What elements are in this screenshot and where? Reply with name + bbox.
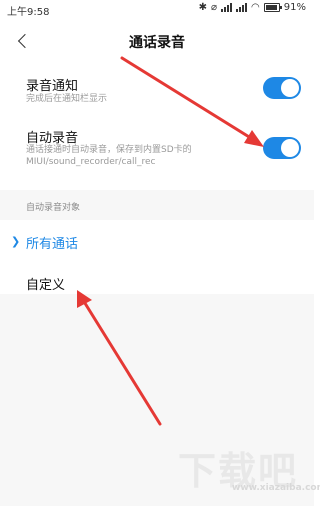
option-all-calls-label: 所有通话 xyxy=(26,237,79,252)
record-notice-row[interactable]: 录音通知 完成后在通知栏显示 xyxy=(0,72,314,112)
record-notice-label: 录音通知 xyxy=(26,79,79,94)
toggle-knob xyxy=(281,139,299,157)
watermark: 下载吧 www.xiazaiba.com xyxy=(178,440,320,502)
record-notice-toggle[interactable] xyxy=(263,77,301,99)
mute-icon: ⌀ xyxy=(211,2,218,13)
option-custom-label: 自定义 xyxy=(26,278,66,293)
auto-record-toggle[interactable] xyxy=(263,137,301,159)
header: 通话录音 xyxy=(0,20,314,64)
status-time: 上午9:58 xyxy=(7,7,50,18)
record-notice-sub: 完成后在通知栏显示 xyxy=(26,94,108,104)
status-icons: ✱ ⌀ ◠ 91% xyxy=(199,2,306,13)
wifi-icon: ◠ xyxy=(251,2,260,13)
battery-percent: 91% xyxy=(283,2,306,13)
signal-icon-2 xyxy=(236,3,248,12)
signal-icon xyxy=(221,3,233,12)
auto-record-row[interactable]: 自动录音 通话接通时自动录音，保存到内置SD卡的MIUI/sound_recor… xyxy=(0,125,314,175)
option-custom[interactable]: 自定义 xyxy=(0,266,314,296)
bluetooth-icon: ✱ xyxy=(198,2,207,13)
toggle-knob xyxy=(281,79,299,97)
battery-icon xyxy=(263,3,282,12)
auto-record-sub: 通话接通时自动录音，保存到内置SD卡的MIUI/sound_recorder/c… xyxy=(26,145,192,167)
page-title: 通话录音 xyxy=(129,35,185,51)
selected-chevron-icon: ❯ xyxy=(11,235,21,248)
status-bar: 上午9:58 ✱ ⌀ ◠ 91% xyxy=(0,0,314,18)
section-title: 自动录音对象 xyxy=(26,203,81,213)
watermark-url: www.xiazaiba.com xyxy=(232,483,320,493)
option-all-calls[interactable]: ❯ 所有通话 xyxy=(0,225,314,255)
